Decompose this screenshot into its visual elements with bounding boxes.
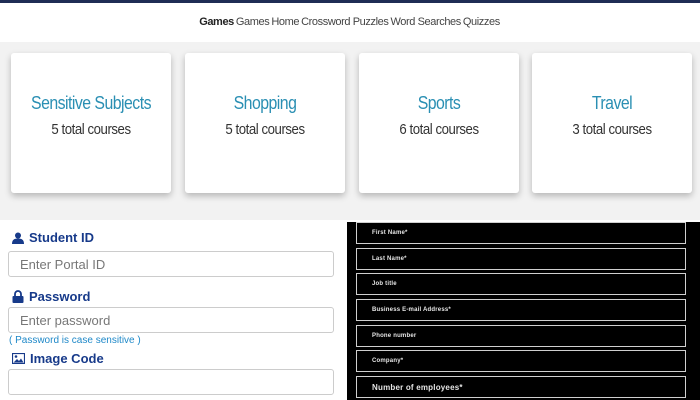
course-card-shopping[interactable]: Shopping 5 total courses — [185, 53, 345, 193]
course-count: 6 total courses — [399, 121, 479, 138]
student-id-label: Student ID — [12, 230, 94, 245]
course-title: Travel — [591, 93, 633, 113]
image-code-label-text: Image Code — [30, 351, 104, 366]
contact-form: First Name* Last Name* Job title Busines… — [347, 222, 700, 400]
course-title: Sensitive Subjects — [31, 93, 151, 113]
first-name-field[interactable]: First Name* — [356, 222, 686, 244]
course-count: 3 total courses — [572, 121, 652, 138]
course-card-sensitive-subjects[interactable]: Sensitive Subjects 5 total courses — [11, 53, 171, 193]
nav-brand[interactable]: Games — [199, 16, 234, 28]
business-email-field[interactable]: Business E-mail Address* — [356, 299, 686, 321]
student-id-label-text: Student ID — [29, 230, 94, 245]
nav-link-quizzes[interactable]: Quizzes — [463, 16, 500, 28]
company-field[interactable]: Company* — [356, 350, 686, 372]
course-card-travel[interactable]: Travel 3 total courses — [532, 53, 692, 193]
password-label: Password — [12, 289, 90, 304]
image-icon — [12, 353, 25, 364]
nav-link-games[interactable]: Games — [236, 16, 270, 28]
top-nav: Games Games Home Crossword Puzzles Word Sear… — [0, 16, 700, 28]
nav-link-word-searches[interactable]: Word Searches — [390, 16, 461, 28]
course-card-sports[interactable]: Sports 6 total courses — [359, 53, 519, 193]
student-login-form: Student ID Password ( Password is case s… — [0, 222, 345, 400]
nav-link-crossword-puzzles[interactable]: Crossword Puzzles — [301, 16, 389, 28]
lock-icon — [12, 290, 24, 303]
last-name-field[interactable]: Last Name* — [356, 248, 686, 270]
nav-link-home[interactable]: Home — [271, 16, 299, 28]
course-title: Shopping — [233, 93, 297, 113]
course-count: 5 total courses — [51, 121, 131, 138]
job-title-field[interactable]: Job title — [356, 273, 686, 295]
image-code-label: Image Code — [12, 351, 104, 366]
password-hint: ( Password is case sensitive ) — [9, 335, 141, 346]
top-border — [0, 0, 700, 3]
student-id-input[interactable] — [8, 251, 334, 277]
phone-number-field[interactable]: Phone number — [356, 325, 686, 347]
user-icon — [12, 232, 24, 244]
password-input[interactable] — [8, 307, 334, 333]
course-title: Sports — [417, 93, 461, 113]
image-code-input[interactable] — [8, 369, 334, 395]
password-label-text: Password — [29, 289, 91, 304]
course-count: 5 total courses — [225, 121, 305, 138]
number-of-employees-field[interactable]: Number of employees* — [356, 376, 686, 398]
